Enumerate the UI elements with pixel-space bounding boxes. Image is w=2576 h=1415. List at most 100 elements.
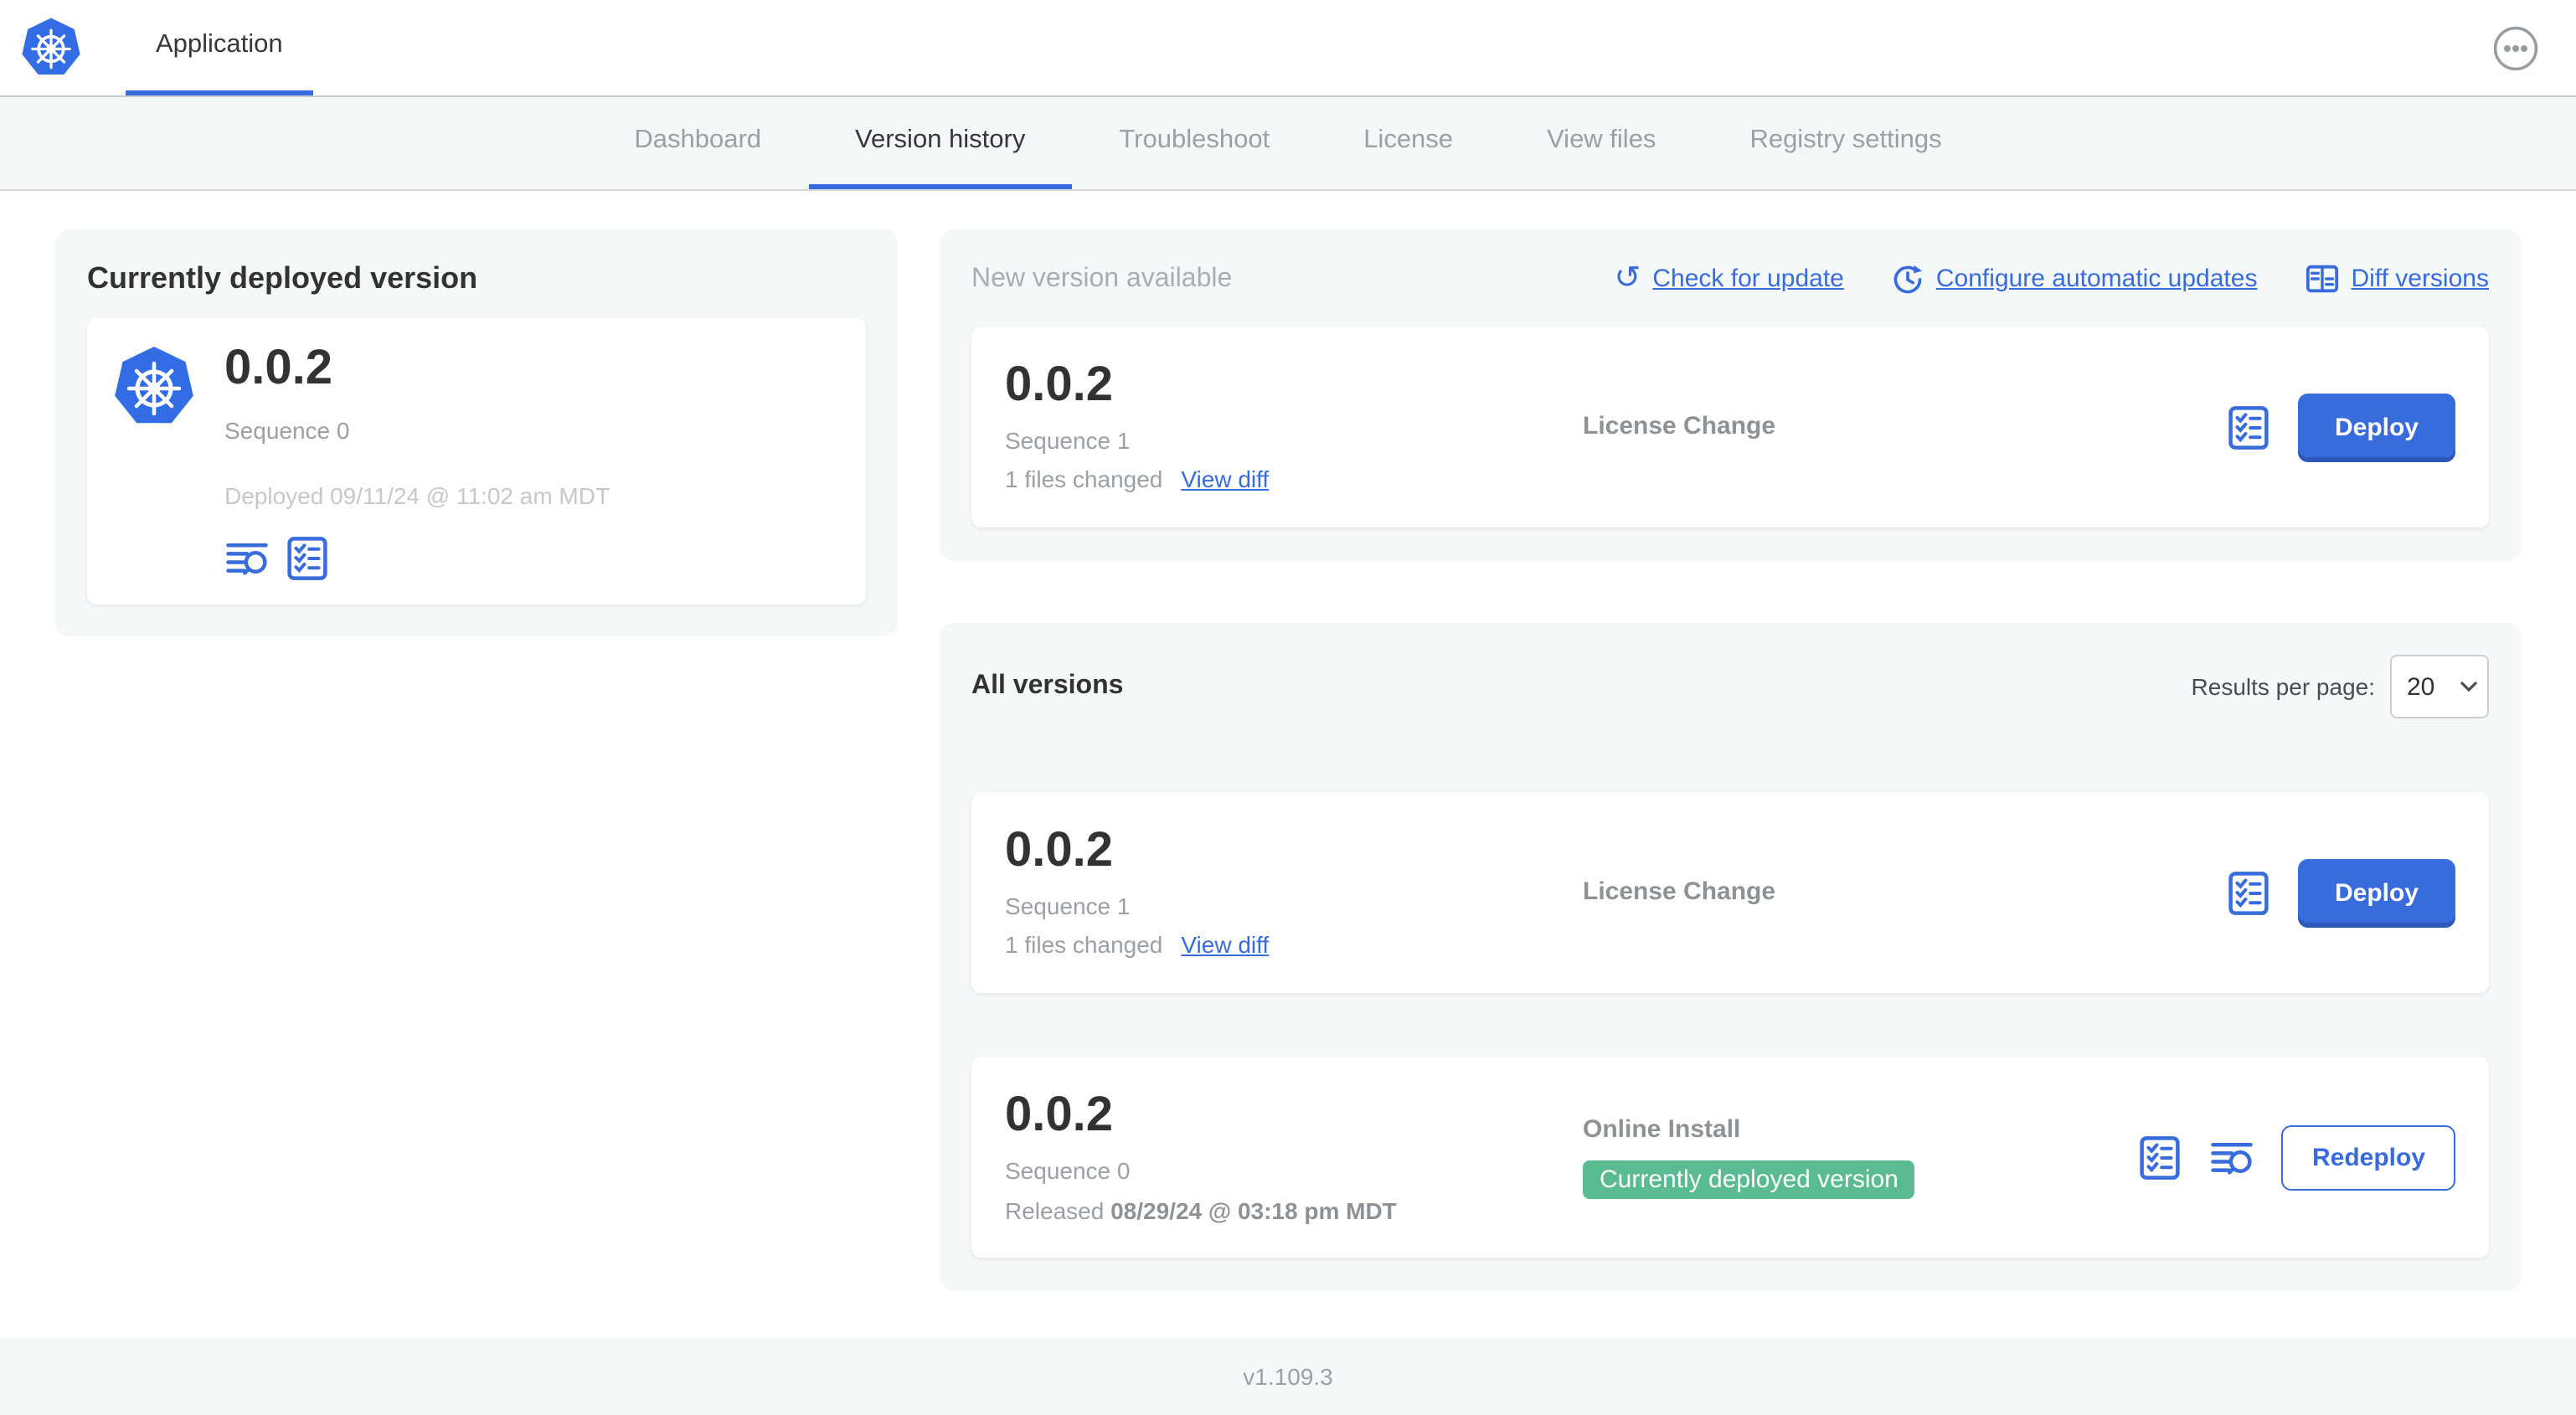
current-version-title: Currently deployed version xyxy=(87,261,478,295)
tab-label: License xyxy=(1363,126,1454,154)
deployed-timestamp: Deployed 09/11/24 @ 11:02 am MDT xyxy=(224,482,611,509)
new-version-panel: New version available ↺ Check for update xyxy=(940,229,2521,561)
right-column: New version available ↺ Check for update xyxy=(940,229,2521,1291)
checklist-icon xyxy=(2228,405,2269,449)
deploy-button[interactable]: Deploy xyxy=(2297,393,2455,461)
preflight-checks-button[interactable] xyxy=(2138,1135,2183,1180)
tab-license[interactable]: License xyxy=(1316,97,1500,189)
tab-dashboard[interactable]: Dashboard xyxy=(587,97,808,189)
sequence-label: Sequence 1 xyxy=(1005,427,1131,454)
source-label: License Change xyxy=(1583,412,1776,440)
version-actions: Deploy xyxy=(2226,858,2455,927)
version-info: 0.0.2 Sequence 1 1 files changed View di… xyxy=(1005,824,1583,958)
deploy-button[interactable]: Deploy xyxy=(2297,858,2455,927)
released-date: 08/29/24 @ 03:18 pm MDT xyxy=(1110,1196,1397,1223)
version-source: License Change xyxy=(1583,412,2226,442)
sequence-label: Sequence 0 xyxy=(1005,1156,1131,1183)
check-for-update-label: Check for update xyxy=(1652,265,1844,293)
kubernetes-wheel-icon xyxy=(115,347,193,424)
checklist-icon xyxy=(287,537,327,580)
currently-deployed-badge: Currently deployed version xyxy=(1583,1160,1915,1199)
release-notes-button[interactable] xyxy=(285,536,330,581)
logs-icon xyxy=(2212,1142,2254,1174)
logs-icon xyxy=(226,543,268,575)
tab-label: Version history xyxy=(855,126,1026,154)
tab-registry-settings[interactable]: Registry settings xyxy=(1703,97,1988,189)
checklist-icon xyxy=(2141,1135,2181,1179)
preflight-checks-button[interactable] xyxy=(2226,870,2271,915)
source-label: Online Install xyxy=(1583,1115,1741,1144)
tab-label: View files xyxy=(1547,126,1656,154)
all-versions-header: All versions Results per page: 20 xyxy=(971,655,2489,718)
view-diff-link[interactable]: View diff xyxy=(1181,466,1269,492)
configure-automatic-updates-link[interactable]: Configure automatic updates xyxy=(1891,262,2258,296)
results-per-page-select[interactable]: 20 xyxy=(2392,656,2487,717)
version-number: 0.0.2 xyxy=(1005,358,1113,412)
configure-automatic-updates-label: Configure automatic updates xyxy=(1935,265,2258,293)
released-prefix: Released xyxy=(1005,1196,1105,1223)
version-info: 0.0.2 Sequence 0 Released 08/29/24 @ 03:… xyxy=(1005,1088,1583,1223)
version-number: 0.0.2 xyxy=(1005,824,1113,877)
source-label: License Change xyxy=(1583,877,1776,906)
new-version-title: New version available xyxy=(971,264,1233,292)
check-for-update-link[interactable]: ↺ Check for update xyxy=(1615,263,1844,295)
subnav: Dashboard Version history Troubleshoot L… xyxy=(0,95,2576,191)
files-changed-row: 1 files changed View diff xyxy=(1005,466,1583,492)
update-actions: ↺ Check for update Configure automatic u… xyxy=(1615,261,2489,296)
version-source: License Change xyxy=(1583,877,2226,908)
kubernetes-wheel-icon xyxy=(22,18,80,75)
version-info: 0.0.2 Sequence 1 1 files changed View di… xyxy=(1005,358,1583,492)
all-versions-panel: All versions Results per page: 20 0.0.2 … xyxy=(940,623,2521,1291)
sequence-label: Sequence 0 xyxy=(224,417,350,444)
tab-label: Registry settings xyxy=(1749,126,1942,154)
results-per-page-label: Results per page: xyxy=(2191,673,2375,700)
current-version-panel: Currently deployed version 0.0.2 Sequenc… xyxy=(55,229,898,636)
main-content: Currently deployed version 0.0.2 Sequenc… xyxy=(0,191,2576,1291)
view-diff-link[interactable]: View diff xyxy=(1181,931,1269,958)
version-number: 0.0.2 xyxy=(1005,1088,1113,1141)
preflight-checks-button[interactable] xyxy=(2226,404,2271,450)
version-rows: 0.0.2 Sequence 1 1 files changed View di… xyxy=(971,762,2489,1258)
view-logs-button[interactable] xyxy=(2210,1135,2255,1180)
tab-label: Dashboard xyxy=(634,126,762,154)
schedule-icon xyxy=(1893,264,1922,293)
files-changed-row: 1 files changed View diff xyxy=(1005,931,1583,958)
files-changed-label: 1 files changed xyxy=(1005,466,1163,492)
diff-versions-link[interactable]: Diff versions xyxy=(2304,261,2489,296)
version-row: 0.0.2 Sequence 0 Released 08/29/24 @ 03:… xyxy=(971,1057,2489,1258)
console-version: v1.109.3 xyxy=(1243,1363,1333,1390)
version-row: 0.0.2 Sequence 1 1 files changed View di… xyxy=(971,792,2489,993)
current-version-details: 0.0.2 Sequence 0 Deployed 09/11/24 @ 11:… xyxy=(224,342,611,581)
more-menu-button[interactable] xyxy=(2492,24,2539,71)
checklist-icon xyxy=(2228,871,2269,914)
version-number: 0.0.2 xyxy=(224,342,332,395)
app-tab[interactable]: Application xyxy=(126,0,313,95)
sequence-label: Sequence 1 xyxy=(1005,893,1131,919)
new-version-card: 0.0.2 Sequence 1 1 files changed View di… xyxy=(971,327,2489,527)
version-actions: Redeploy xyxy=(2138,1124,2455,1190)
view-logs-button[interactable] xyxy=(224,536,270,581)
redeploy-button[interactable]: Redeploy xyxy=(2281,1124,2455,1190)
new-version-header: New version available ↺ Check for update xyxy=(971,261,2489,296)
diff-icon xyxy=(2306,265,2338,293)
results-per-page-select-wrap: 20 xyxy=(2390,655,2489,718)
ellipsis-icon xyxy=(2493,25,2538,70)
results-per-page: Results per page: 20 xyxy=(2192,655,2489,718)
version-actions: Deploy xyxy=(2226,393,2455,461)
header-right xyxy=(2492,0,2576,95)
files-changed-label: 1 files changed xyxy=(1005,931,1163,958)
tab-troubleshoot[interactable]: Troubleshoot xyxy=(1072,97,1316,189)
refresh-icon: ↺ xyxy=(1614,261,1641,296)
app-tab-label: Application xyxy=(156,30,283,59)
all-versions-title: All versions xyxy=(971,671,1124,700)
tab-label: Troubleshoot xyxy=(1119,126,1270,154)
app-logo xyxy=(20,0,82,95)
tab-view-files[interactable]: View files xyxy=(1500,97,1703,189)
app-icon xyxy=(112,345,196,581)
current-version-actions xyxy=(224,536,610,581)
diff-versions-label: Diff versions xyxy=(2351,265,2489,293)
version-source: Online Install Currently deployed versio… xyxy=(1583,1115,2138,1199)
tab-version-history[interactable]: Version history xyxy=(808,97,1073,189)
page-footer: v1.109.3 xyxy=(0,1338,2576,1415)
current-version-card: 0.0.2 Sequence 0 Deployed 09/11/24 @ 11:… xyxy=(87,318,866,605)
